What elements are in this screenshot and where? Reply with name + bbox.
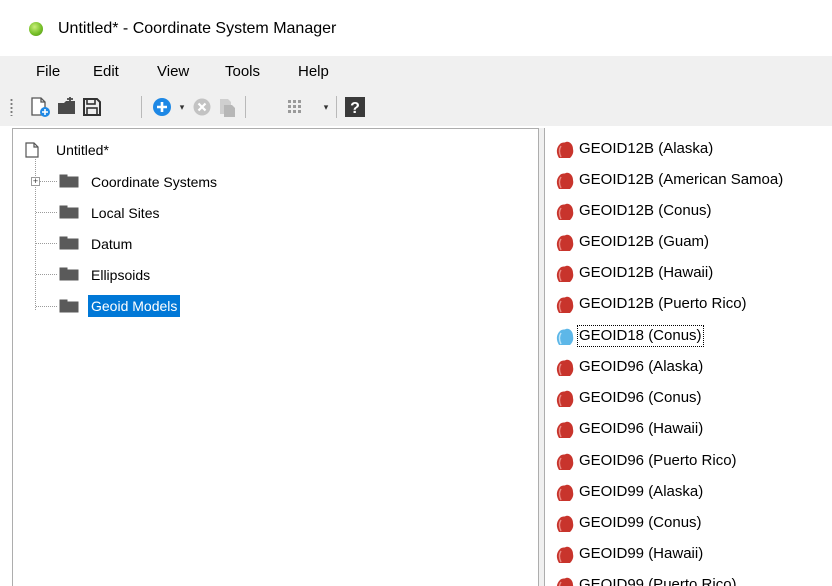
new-document-icon[interactable]: [28, 96, 52, 118]
list-item-label: GEOID18 (Conus): [577, 325, 704, 347]
list-item-label: GEOID12B (Alaska): [579, 140, 714, 157]
list-item-label: GEOID96 (Alaska): [579, 358, 704, 375]
toolbar-grip[interactable]: [10, 98, 13, 116]
geoid-icon: [556, 421, 574, 438]
list-item-label: GEOID99 (Puerto Rico): [579, 576, 737, 586]
expand-icon[interactable]: +: [31, 177, 40, 186]
svg-text:?: ?: [350, 100, 360, 117]
geoid-icon: [556, 453, 574, 470]
folder-icon: [59, 299, 79, 313]
list-item-label: GEOID12B (Hawaii): [579, 264, 714, 281]
geoid-icon: [556, 265, 574, 282]
menu-tools[interactable]: Tools: [225, 62, 260, 82]
title-bar: Untitled* - Coordinate System Manager: [0, 0, 832, 56]
toolbar-separator: [141, 96, 142, 118]
copy-icon[interactable]: [215, 96, 239, 118]
save-icon[interactable]: [80, 96, 104, 118]
add-dropdown-icon[interactable]: ▾: [177, 98, 187, 116]
list-item-label: GEOID12B (Guam): [579, 233, 710, 250]
geoid-icon: [556, 515, 574, 532]
menu-bar: File Edit View Tools Help: [0, 56, 832, 88]
geoid-icon: [556, 172, 574, 189]
menu-help[interactable]: Help: [298, 62, 329, 82]
toolbar: [0, 88, 832, 126]
menu-file[interactable]: File: [36, 62, 60, 82]
open-folder-icon[interactable]: [55, 96, 79, 118]
list-item-label: GEOID99 (Conus): [579, 514, 702, 531]
list-item-label: GEOID12B (Puerto Rico): [579, 295, 747, 312]
list-item-label: GEOID12B (Conus): [579, 202, 712, 219]
folder-icon: [59, 174, 79, 188]
list-item-label: GEOID96 (Hawaii): [579, 420, 704, 437]
geoid-icon: [556, 328, 574, 345]
geoid-icon: [556, 141, 574, 158]
geoid-icon: [556, 234, 574, 251]
list-item-label: GEOID12B (American Samoa): [579, 171, 784, 188]
tree-root-label: Untitled*: [56, 142, 109, 158]
geoid-icon: [556, 296, 574, 313]
geoid-icon: [556, 484, 574, 501]
list-item-label: GEOID99 (Alaska): [579, 483, 704, 500]
folder-icon: [59, 205, 79, 219]
geoid-icon: [556, 577, 574, 586]
list-item-label: GEOID96 (Conus): [579, 389, 702, 406]
geoid-icon: [556, 203, 574, 220]
folder-icon: [59, 267, 79, 281]
add-icon[interactable]: [150, 96, 174, 118]
geoid-icon: [556, 546, 574, 563]
folder-icon: [59, 236, 79, 250]
list-view-icon[interactable]: [285, 96, 309, 118]
toolbar-separator: [336, 96, 337, 118]
tree-item-label: Datum: [91, 236, 133, 252]
tree-item-label: Coordinate Systems: [91, 174, 218, 190]
view-dropdown-icon[interactable]: ▾: [321, 98, 331, 116]
tree-connector: [40, 181, 58, 182]
menu-edit[interactable]: Edit: [93, 62, 119, 82]
tree-connector: [36, 306, 58, 307]
list-item-label: GEOID96 (Puerto Rico): [579, 452, 737, 469]
menu-view[interactable]: View: [157, 62, 189, 82]
tree-connector: [36, 274, 58, 275]
help-icon[interactable]: ?: [343, 96, 367, 118]
window-title: Untitled* - Coordinate System Manager: [58, 20, 337, 37]
tree-connector: [36, 243, 58, 244]
tree-item-label: Local Sites: [91, 205, 160, 221]
delete-icon[interactable]: [190, 96, 214, 118]
tree-item-label: Ellipsoids: [91, 267, 151, 283]
list-item-label: GEOID99 (Hawaii): [579, 545, 704, 562]
tree-connector: [36, 212, 58, 213]
geoid-list[interactable]: GEOID12B (Alaska) GEOID12B (American Sam…: [544, 128, 832, 586]
tree-item-label: Geoid Models: [88, 295, 181, 317]
toolbar-separator: [245, 96, 246, 118]
tree-pane[interactable]: + Untitled* Coordinate Systems Local Sit…: [12, 128, 539, 586]
geoid-icon: [556, 359, 574, 376]
geoid-icon: [556, 390, 574, 407]
globe-icon: [29, 22, 43, 36]
document-icon: [25, 142, 39, 158]
